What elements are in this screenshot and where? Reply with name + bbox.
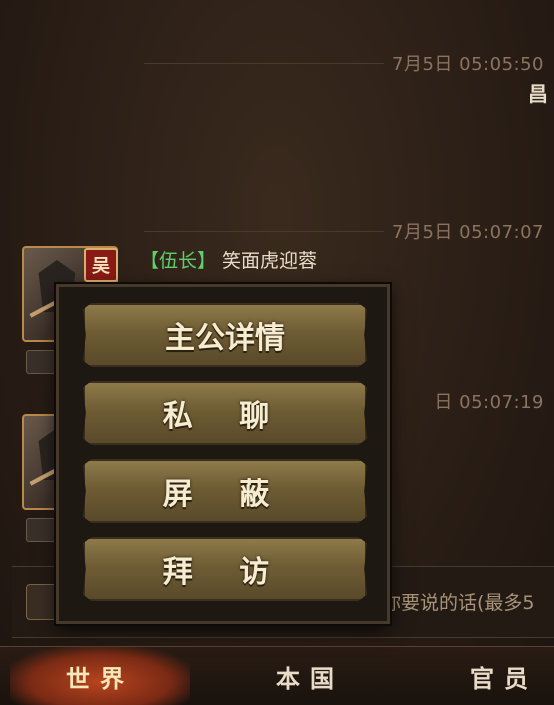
tab-country[interactable]: 本国 bbox=[230, 647, 390, 705]
timestamp-2: 7月5日 05:07:07 bbox=[144, 218, 544, 244]
avatar-level-tag bbox=[26, 350, 60, 374]
avatar-level-tag-2 bbox=[26, 518, 60, 542]
timestamp-1: 7月5日 05:05:50 bbox=[144, 50, 544, 76]
country-badge: 吴 bbox=[84, 248, 118, 282]
chat-input[interactable]: 你要说的话(最多5 bbox=[382, 588, 535, 615]
bottom-nav: 世界 本国 官员 bbox=[0, 646, 554, 705]
tab-world[interactable]: 世界 bbox=[10, 647, 190, 705]
timestamp-3: 日 05:07:19 bbox=[434, 392, 544, 413]
tab-officials[interactable]: 官员 bbox=[470, 647, 554, 705]
block-button[interactable]: 屏 蔽 bbox=[83, 459, 367, 523]
lord-details-button[interactable]: 主公详情 bbox=[83, 303, 367, 367]
private-chat-button[interactable]: 私 聊 bbox=[83, 381, 367, 445]
player-action-popup: 主公详情 私 聊 屏 蔽 拜 访 bbox=[56, 284, 390, 624]
rank-label: 【伍长】 bbox=[140, 250, 217, 272]
message-header: 【伍长】 笑面虎迎蓉 bbox=[140, 246, 317, 273]
player-name[interactable]: 笑面虎迎蓉 bbox=[222, 246, 317, 273]
visit-button[interactable]: 拜 访 bbox=[83, 537, 367, 601]
right-sender-name: 昌 bbox=[528, 82, 548, 106]
